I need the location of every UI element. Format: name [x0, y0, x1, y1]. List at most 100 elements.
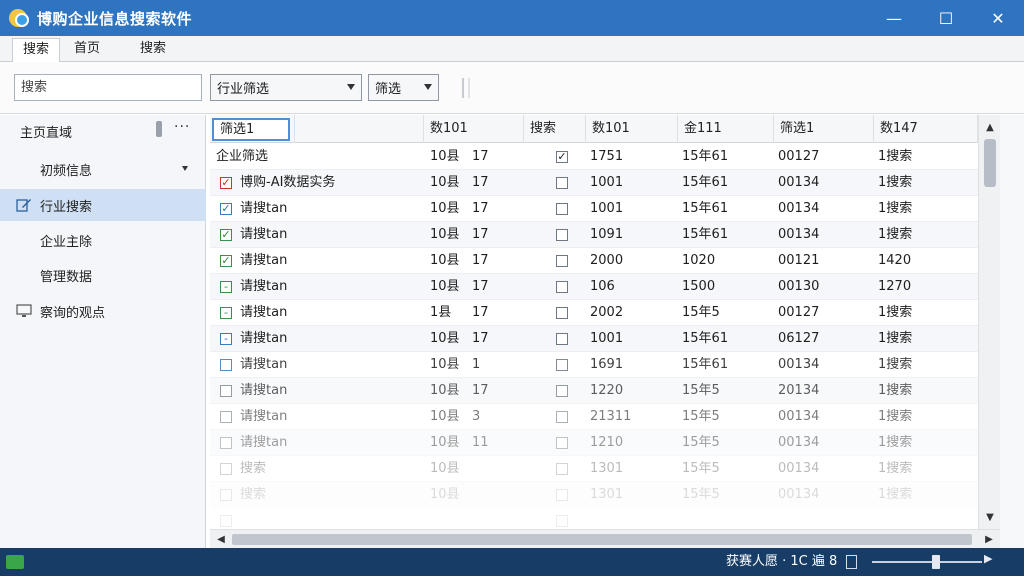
search-checkbox[interactable]	[556, 437, 568, 449]
table-row[interactable]: - 请搜tan 1县 17 2002 15年5 00127 1搜索	[210, 300, 978, 326]
table-row[interactable]: - 请搜tan 10县 17 106 1500 00130 1270	[210, 274, 978, 300]
drag-handle-icon[interactable]	[156, 121, 162, 137]
column-header-blank[interactable]	[294, 115, 424, 143]
industry-filter-dropdown[interactable]: 行业筛选	[210, 74, 362, 101]
row-select-checkbox[interactable]	[220, 515, 232, 527]
table-row[interactable]: 请搜tan 10县 11 1210 15年5 00134 1搜索	[210, 430, 978, 456]
zoom-slider[interactable]	[872, 561, 982, 563]
row-select-checkbox[interactable]: -	[220, 307, 232, 319]
scroll-left-icon[interactable]: ◀	[212, 530, 230, 549]
search-checkbox[interactable]	[556, 255, 568, 267]
scroll-thumb-horizontal[interactable]	[232, 534, 972, 545]
minimize-button[interactable]: —	[868, 0, 920, 36]
search-checkbox[interactable]	[556, 359, 568, 371]
more-icon[interactable]: ···	[174, 119, 190, 135]
vertical-scrollbar[interactable]: ▲ ▼	[978, 115, 1000, 529]
table-row[interactable]: 企业筛选 10县 17 1751 15年61 00127 1搜索 ✓	[210, 144, 978, 170]
tab-search-2[interactable]: 搜索	[130, 38, 176, 62]
maximize-button[interactable]: ☐	[920, 0, 972, 36]
sidebar-item-enterprise[interactable]: 企业主除	[0, 224, 206, 256]
sidebar-item-industry-search[interactable]: 行业搜索	[0, 189, 206, 221]
grid-body: 企业筛选 10县 17 1751 15年61 00127 1搜索 ✓ ✓ 博购-AI数据实务 10县…	[210, 144, 978, 529]
title-bar[interactable]: 博购企业信息搜索软件 — ☐ ✕	[0, 0, 1024, 36]
search-checkbox[interactable]	[556, 385, 568, 397]
table-cell: 17	[472, 149, 489, 164]
row-select-checkbox[interactable]	[220, 359, 232, 371]
table-row[interactable]: 请搜tan 10县 1 1691 15年61 00134 1搜索	[210, 352, 978, 378]
sidebar-item-info[interactable]: 初频信息	[0, 153, 206, 185]
chevron-down-icon[interactable]	[182, 166, 188, 171]
column-header-count[interactable]: 数101	[424, 115, 524, 143]
sidebar-item-label: 初频信息	[40, 163, 93, 179]
row-select-checkbox[interactable]: ✓	[220, 203, 232, 215]
row-select-checkbox[interactable]: -	[220, 333, 232, 345]
search-checkbox[interactable]	[556, 411, 568, 423]
sidebar-item-label: 行业搜索	[40, 199, 93, 215]
search-checkbox[interactable]: ✓	[556, 151, 568, 163]
table-cell	[878, 508, 968, 529]
table-cell: 请搜tan	[240, 383, 288, 398]
table-row[interactable]: ✓ 请搜tan 10县 17 2000 1020 00121 1420	[210, 248, 978, 274]
table-row[interactable]: 请搜tan 10县 17 1220 15年5 20134 1搜索	[210, 378, 978, 404]
row-select-checkbox[interactable]: ✓	[220, 255, 232, 267]
sidebar-item-insights[interactable]: 察询的观点	[0, 295, 206, 327]
column-header-filter-2[interactable]: 筛选1	[774, 115, 874, 143]
search-checkbox[interactable]	[556, 177, 568, 189]
scroll-down-icon[interactable]: ▼	[979, 509, 1001, 527]
close-button[interactable]: ✕	[972, 0, 1024, 36]
sort-filter-dropdown[interactable]: 筛选	[368, 74, 439, 101]
tab-home[interactable]: 首页	[64, 38, 110, 62]
table-row[interactable]: ✓ 博购-AI数据实务 10县 17 1001 15年61 00134 1搜索	[210, 170, 978, 196]
table-cell: 1搜索	[878, 409, 913, 424]
table-cell: 1301	[590, 487, 624, 502]
sidebar-item-data-management[interactable]: 管理数据	[0, 259, 206, 291]
search-checkbox[interactable]	[556, 281, 568, 293]
table-row[interactable]: - 请搜tan 10县 17 1001 15年61 06127 1搜索	[210, 326, 978, 352]
row-select-checkbox[interactable]: ✓	[220, 229, 232, 241]
row-select-checkbox[interactable]	[220, 385, 232, 397]
row-select-checkbox[interactable]	[220, 489, 232, 501]
search-checkbox[interactable]	[556, 515, 568, 527]
column-header-amount[interactable]: 金111	[678, 115, 774, 143]
table-row[interactable]: 请搜tan 10县 3 21311 15年5 00134 1搜索	[210, 404, 978, 430]
scroll-thumb[interactable]	[984, 139, 996, 187]
search-checkbox[interactable]	[556, 463, 568, 475]
search-checkbox[interactable]	[556, 307, 568, 319]
table-cell: 17	[472, 279, 489, 294]
table-cell: 00134	[778, 357, 820, 372]
table-cell: 1搜索	[878, 331, 913, 346]
column-header-count-2[interactable]: 数101	[586, 115, 678, 143]
sidebar-item-home[interactable]: 主页直域 ···	[0, 115, 206, 147]
column-header-filter[interactable]: 筛选1	[212, 118, 290, 141]
search-checkbox[interactable]	[556, 203, 568, 215]
table-row[interactable]: ✓ 请搜tan 10县 17 1091 15年61 00134 1搜索	[210, 222, 978, 248]
row-select-checkbox[interactable]	[220, 437, 232, 449]
table-row[interactable]: 搜索 10县 1301 15年5 00134 1搜索	[210, 482, 978, 508]
page-icon[interactable]	[846, 555, 857, 569]
table-row[interactable]: 搜索 10县 1301 15年5 00134 1搜索	[210, 456, 978, 482]
row-select-checkbox[interactable]	[220, 411, 232, 423]
zoom-in-icon[interactable]: ▶	[984, 552, 992, 565]
table-cell: 1691	[590, 357, 624, 372]
grid-header: 筛选1 数101 搜索 数101 金111 筛选1 数147	[210, 115, 978, 143]
scroll-up-icon[interactable]: ▲	[979, 119, 1001, 137]
scroll-right-icon[interactable]: ▶	[980, 530, 998, 549]
table-row[interactable]: ✓ 请搜tan 10县 17 1001 15年61 00134 1搜索	[210, 196, 978, 222]
table-cell: 00134	[778, 487, 820, 502]
column-header-count-3[interactable]: 数147	[874, 115, 978, 143]
horizontal-scrollbar[interactable]: ◀ ▶	[210, 529, 1000, 548]
table-cell: 1001	[590, 201, 624, 216]
zoom-slider-thumb[interactable]	[932, 555, 940, 569]
search-checkbox[interactable]	[556, 229, 568, 241]
row-select-checkbox[interactable]: -	[220, 281, 232, 293]
table-row[interactable]	[210, 508, 978, 529]
search-checkbox[interactable]	[556, 489, 568, 501]
column-header-search[interactable]: 搜索	[524, 115, 586, 143]
table-cell: 请搜tan	[240, 435, 288, 450]
chevron-down-icon	[347, 84, 355, 90]
search-checkbox[interactable]	[556, 333, 568, 345]
row-select-checkbox[interactable]: ✓	[220, 177, 232, 189]
tab-search[interactable]: 搜索	[12, 38, 61, 62]
row-select-checkbox[interactable]	[220, 463, 232, 475]
search-input[interactable]	[14, 74, 202, 101]
